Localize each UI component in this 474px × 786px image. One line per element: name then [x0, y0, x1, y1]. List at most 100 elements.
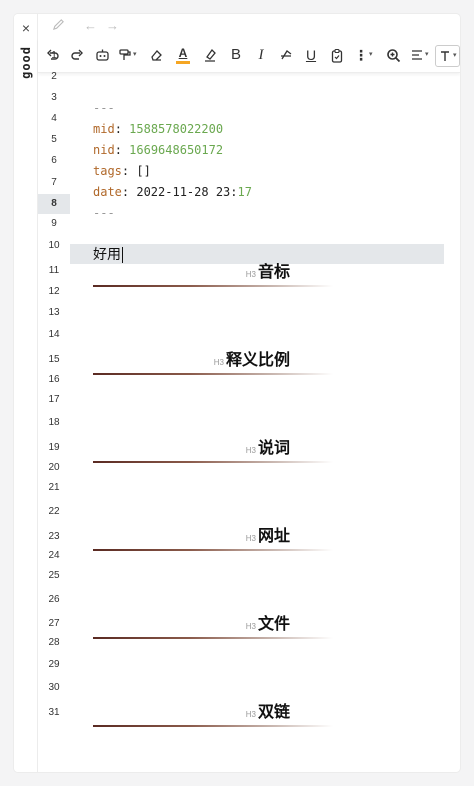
line-number: 22: [48, 506, 60, 517]
line-number: 1: [51, 50, 57, 61]
heading-block[interactable]: H3 网址: [38, 526, 460, 551]
heading-h3: H3 文件: [246, 610, 290, 634]
heading-text: 双链: [257, 704, 290, 721]
redo-button[interactable]: [68, 45, 86, 65]
heading-block[interactable]: H3 音标: [38, 262, 460, 287]
heading-text: 文件: [257, 616, 290, 633]
heading-underline: [93, 461, 333, 463]
line-number: 28: [48, 637, 60, 648]
line-number: 29: [48, 659, 60, 670]
document-sidebar: × good: [14, 14, 38, 772]
top-bar: ← →: [38, 14, 460, 38]
frontmatter-close: ---: [93, 206, 115, 220]
heading-h3: H3 说词: [246, 434, 290, 458]
line-number: 16: [48, 374, 60, 385]
font-color-icon: A: [178, 46, 188, 60]
heading-h3: H3 双链: [246, 698, 290, 722]
font-color-swatch: [176, 61, 190, 64]
line-number: 10: [48, 240, 60, 251]
clipboard-button[interactable]: [328, 45, 346, 65]
frontmatter-nid: nid: 1669648650172: [93, 143, 224, 157]
formatting-toolbar: ▾ A B I U ⋮ ▾ ▾ ▾: [38, 38, 460, 73]
redo-icon: [70, 48, 84, 62]
heading-level-tag: H3: [245, 270, 256, 279]
chevron-down-icon: ▾: [425, 51, 429, 58]
strikethrough-icon: [279, 48, 293, 62]
editor-area[interactable]: 1 2 3 4 5 6 7 8 9 10 11 12 13 14 15 16 17 18 19 20 21 22 23 24 2…: [38, 50, 460, 772]
editor-window: × good ← → ▾ A B I U ⋮ ▾ ▾ ▾ 1 2 3 4 5 6…: [14, 14, 460, 772]
line-number: 20: [48, 462, 60, 473]
heading-text: 释义比例: [225, 352, 290, 369]
close-icon[interactable]: ×: [18, 20, 34, 36]
line-number: 6: [51, 155, 57, 166]
format-painter-button[interactable]: ▾: [118, 45, 137, 65]
line-number: 18: [48, 417, 60, 428]
text-cursor: [122, 247, 123, 264]
italic-button[interactable]: I: [252, 45, 270, 65]
highlighter-icon: [203, 48, 217, 62]
text-style-button[interactable]: ▾: [435, 45, 460, 67]
heading-underline: [93, 549, 333, 551]
strikethrough-button[interactable]: [277, 45, 295, 65]
line-number: 13: [48, 307, 60, 318]
heading-underline: [93, 725, 333, 727]
line-number: 7: [51, 177, 57, 188]
line-number: 21: [48, 482, 60, 493]
line-number: 9: [51, 218, 57, 229]
align-button[interactable]: ▾: [410, 45, 429, 65]
document-tab[interactable]: good: [15, 36, 37, 88]
heading-h3: H3 音标: [246, 258, 290, 282]
forward-arrow-icon[interactable]: →: [106, 18, 119, 34]
robot-icon: [95, 48, 110, 63]
back-arrow-icon[interactable]: ←: [84, 18, 97, 34]
text-size-icon: [438, 49, 452, 63]
heading-text: 网址: [257, 528, 290, 545]
heading-level-tag: H3: [245, 622, 256, 631]
document-tab-label: good: [19, 45, 33, 79]
frontmatter-tags: tags: []: [93, 164, 151, 178]
chevron-down-icon: ▾: [369, 51, 373, 58]
heading-text: 说词: [257, 440, 290, 457]
highlight-button[interactable]: [201, 45, 219, 65]
line-number: 25: [48, 570, 60, 581]
line-number: 5: [51, 134, 57, 145]
line-number: 2: [51, 71, 57, 82]
heading-block[interactable]: H3 文件: [38, 614, 460, 639]
more-options-button[interactable]: ⋮ ▾: [354, 45, 373, 65]
heading-block[interactable]: H3 双链: [38, 702, 460, 727]
ai-assistant-button[interactable]: [93, 45, 111, 65]
zoom-button[interactable]: [384, 45, 402, 65]
heading-text: 音标: [257, 264, 290, 281]
heading-level-tag: H3: [245, 710, 256, 719]
paint-roller-icon: [118, 48, 132, 62]
line-number: 3: [51, 92, 57, 103]
heading-level-tag: H3: [245, 446, 256, 455]
line-number: 26: [48, 594, 60, 605]
more-vertical-icon: ⋮: [354, 47, 368, 63]
align-left-icon: [410, 48, 424, 62]
heading-block[interactable]: H3 说词: [38, 438, 460, 463]
underline-button[interactable]: U: [302, 45, 320, 65]
current-line-text[interactable]: 好用: [93, 244, 123, 264]
heading-block[interactable]: H3 释义比例: [38, 350, 460, 375]
clipboard-icon: [330, 48, 344, 63]
line-number: 24: [48, 550, 60, 561]
line-number: 4: [51, 113, 57, 124]
heading-underline: [93, 373, 333, 375]
font-color-button[interactable]: A: [174, 45, 192, 65]
line-number: 14: [48, 329, 60, 340]
frontmatter-date: date: 2022-11-28 23:17: [93, 185, 252, 199]
clear-format-button[interactable]: [147, 45, 165, 65]
pencil-icon[interactable]: [52, 18, 65, 35]
bold-button[interactable]: B: [227, 45, 245, 65]
heading-h3: H3 释义比例: [214, 346, 290, 370]
heading-underline: [93, 637, 333, 639]
frontmatter-open: ---: [93, 101, 115, 115]
heading-h3: H3 网址: [246, 522, 290, 546]
chevron-down-icon: ▾: [453, 52, 457, 59]
heading-level-tag: H3: [245, 534, 256, 543]
heading-level-tag: H3: [213, 358, 224, 367]
line-number: 17: [48, 394, 60, 405]
line-number: 30: [48, 682, 60, 693]
frontmatter-mid: mid: 1588578022200: [93, 122, 224, 136]
